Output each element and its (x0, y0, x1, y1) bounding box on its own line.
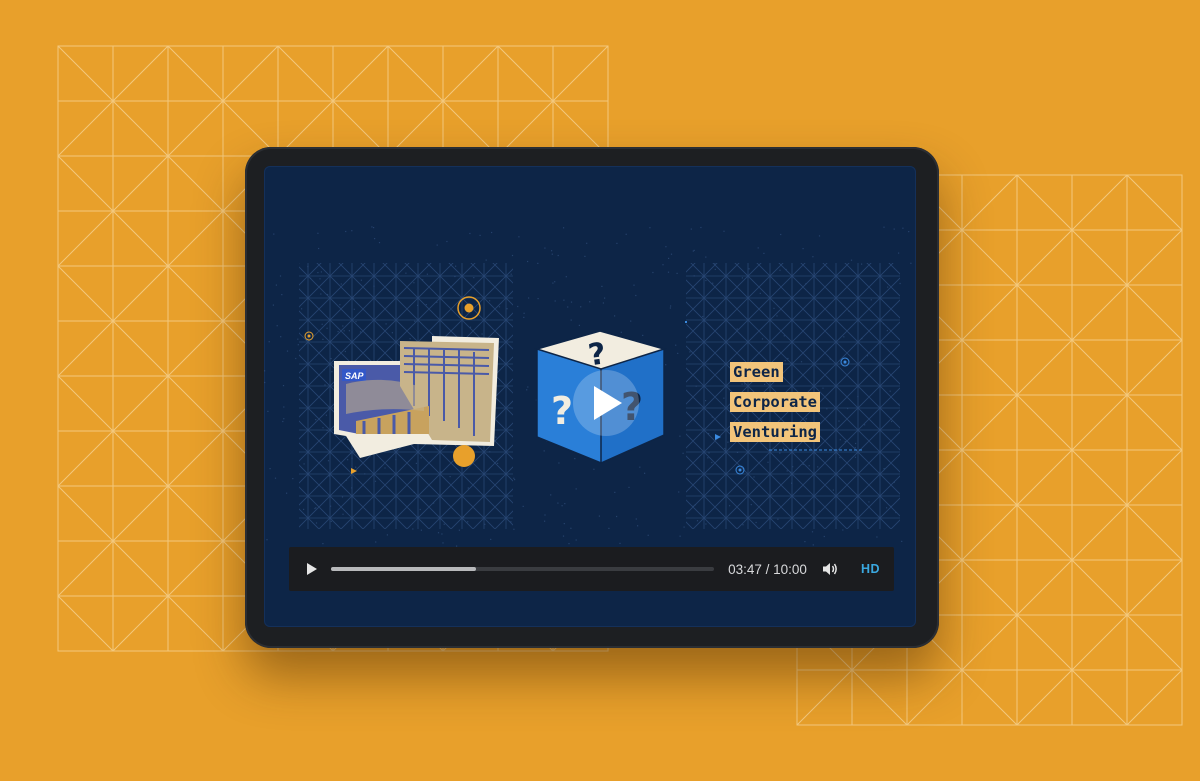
center-play-button[interactable] (573, 370, 639, 436)
current-time: 03:47 (728, 561, 762, 577)
hd-quality-button[interactable]: HD (861, 562, 880, 576)
duration: 10:00 (773, 561, 807, 577)
orange-dot-icon (453, 445, 475, 467)
sap-logo: SAP (345, 371, 365, 381)
title-overlay: Green Corporate Venturing (730, 362, 890, 452)
play-icon[interactable] (305, 561, 319, 577)
title-line-venturing: Venturing (730, 422, 820, 442)
progress-fill (331, 567, 476, 571)
title-line-green: Green (730, 362, 783, 382)
video-controls-bar: 03:47 / 10:00 HD (289, 547, 894, 591)
video-player[interactable]: SAP ? ? ? Green Corporate Venturing 03:4… (264, 166, 916, 627)
tablet-device: SAP ? ? ? Green Corporate Venturing 03:4… (245, 147, 939, 648)
progress-bar[interactable] (331, 567, 715, 571)
title-line-corporate: Corporate (730, 392, 820, 412)
time-separator: / (761, 561, 774, 577)
time-display: 03:47 / 10:00 (728, 562, 807, 577)
svg-text:?: ? (551, 389, 573, 433)
volume-icon[interactable] (821, 561, 839, 577)
